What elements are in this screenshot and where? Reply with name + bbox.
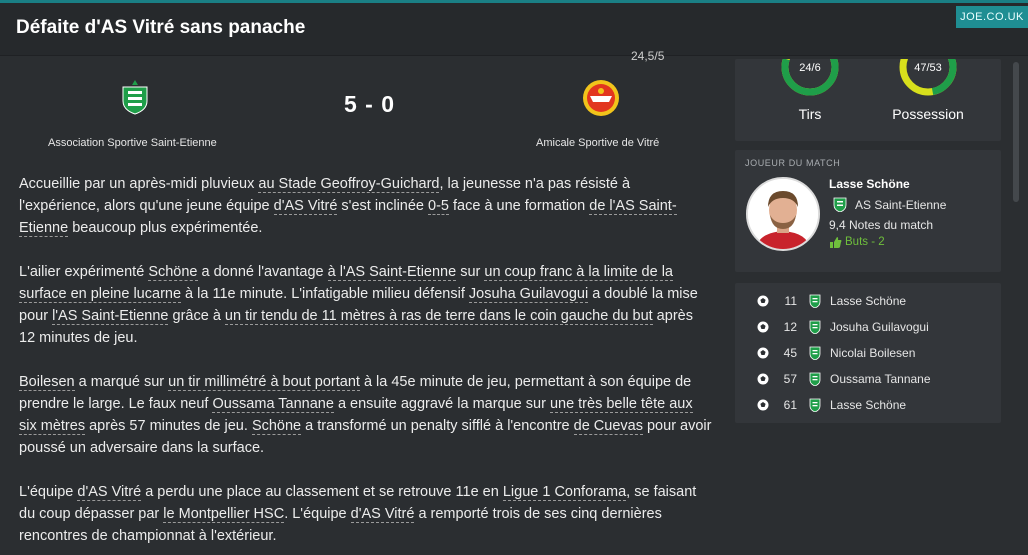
text: a marqué sur — [74, 374, 169, 390]
team-link[interactable]: l'AS Saint-Etienne — [52, 308, 169, 325]
top-bar: Défaite d'AS Vitré sans panache JOE.CO.U… — [0, 0, 1028, 56]
asse-crest-icon — [809, 346, 821, 360]
football-icon — [757, 399, 769, 411]
player-goals: Buts - 2 — [845, 236, 885, 248]
team-link[interactable]: d'AS Vitré — [350, 506, 415, 523]
article-paragraph-1: Accueillie par un après-midi pluvieux au… — [19, 173, 713, 239]
asse-crest-icon — [833, 197, 847, 212]
home-crest-icon[interactable] — [120, 79, 150, 115]
text: à la 11e minute. L'infatigable milieu dé… — [181, 286, 469, 302]
match-report: 24,5/5 Association Sportive Saint-Etienn… — [0, 49, 722, 555]
text: a ensuite aggravé la marque sur — [333, 396, 550, 412]
text: L'ailier expérimenté — [19, 264, 149, 280]
page-title: Défaite d'AS Vitré sans panache — [16, 17, 306, 38]
away-crest-icon[interactable] — [582, 79, 620, 117]
highlight-link[interactable]: un tir tendu de 11 mètres à ras de terre… — [224, 308, 653, 325]
goal-minute: 11 — [784, 294, 797, 308]
brand-badge[interactable]: JOE.CO.UK — [956, 6, 1028, 28]
player-link[interactable]: de Cuevas — [573, 418, 643, 435]
league-link[interactable]: Ligue 1 Conforama — [502, 484, 627, 501]
team-link[interactable]: le Montpellier HSC — [163, 506, 285, 523]
article-paragraph-3: Boilesen a marqué sur un tir millimétré … — [19, 371, 713, 459]
text: face à une formation — [449, 198, 590, 214]
text: . L'équipe — [284, 506, 351, 522]
team-link[interactable]: d'AS Vitré — [273, 198, 338, 215]
goal-scorer[interactable]: Nicolai Boilesen — [830, 346, 915, 360]
team-link[interactable]: à l'AS Saint-Etienne — [327, 264, 457, 281]
score-link[interactable]: 0-5 — [428, 198, 449, 215]
asse-crest-icon — [809, 372, 821, 386]
goal-row[interactable]: 61 Lasse Schöne — [735, 393, 1001, 419]
stadium-link[interactable]: au Stade Geoffroy-Guichard — [258, 176, 440, 193]
football-icon — [757, 295, 769, 307]
goal-minute: 61 — [783, 398, 797, 412]
text: a perdu une place au classement et se re… — [141, 484, 503, 500]
player-link[interactable]: Josuha Guilavogui — [468, 286, 589, 303]
article-paragraph-4: L'équipe d'AS Vitré a perdu une place au… — [19, 481, 713, 547]
shots-gauge: 24/6 — [781, 59, 839, 96]
goal-scorer[interactable]: Lasse Schöne — [830, 294, 906, 308]
possession-value: 47/53 — [914, 62, 942, 74]
goal-row[interactable]: 57 Oussama Tannane — [735, 367, 1001, 393]
sidebar-scrollbar[interactable] — [1013, 62, 1019, 202]
player-rating: 9,4 Notes du match — [829, 218, 934, 232]
match-score: 5 - 0 — [344, 91, 396, 117]
player-link[interactable]: Schöne — [251, 418, 302, 435]
asse-crest-icon — [809, 398, 821, 412]
article-paragraph-2: L'ailier expérimenté Schöne a donné l'av… — [19, 261, 713, 349]
player-link[interactable]: Oussama Tannane — [212, 396, 334, 413]
text: grâce à — [168, 308, 225, 324]
shots-value: 24/6 — [799, 62, 820, 74]
goal-scorer[interactable]: Josuha Guilavogui — [830, 320, 929, 334]
possession-gauge: 47/53 — [899, 59, 957, 96]
highlight-link[interactable]: un tir millimétré à bout portant — [168, 374, 360, 391]
player-link[interactable]: Schöne — [148, 264, 198, 281]
shots-label: Tirs — [798, 106, 822, 122]
player-avatar[interactable] — [746, 177, 820, 251]
asse-crest-icon — [809, 320, 821, 334]
goal-row[interactable]: 45 Nicolai Boilesen — [735, 341, 1001, 367]
player-name[interactable]: Lasse Schöne — [829, 177, 910, 191]
goals-panel: 11 Lasse Schöne 12 Josuha Guilavogui 45 … — [735, 283, 1001, 423]
goal-minute: 45 — [783, 346, 797, 360]
text: a transformé un penalty sifflé à l'encon… — [301, 418, 574, 434]
text: beaucoup plus expérimentée. — [68, 220, 263, 236]
thumbs-up-icon — [830, 237, 842, 248]
text: s'est inclinée — [337, 198, 429, 214]
text: après 57 minutes de jeu. — [85, 418, 252, 434]
goal-row[interactable]: 12 Josuha Guilavogui — [735, 315, 1001, 341]
football-icon — [757, 321, 769, 333]
player-photo-icon — [748, 179, 818, 249]
player-club[interactable]: AS Saint-Etienne — [855, 198, 946, 212]
text: Accueillie par un après-midi pluvieux — [19, 176, 259, 192]
player-link[interactable]: Boilesen — [19, 374, 75, 391]
text: L'équipe — [19, 484, 78, 500]
goal-scorer[interactable]: Lasse Schöne — [830, 398, 906, 412]
motm-title: JOUEUR DU MATCH — [745, 158, 841, 168]
goal-row[interactable]: 11 Lasse Schöne — [735, 289, 1001, 315]
goal-minute: 12 — [783, 320, 797, 334]
team-link[interactable]: d'AS Vitré — [77, 484, 142, 501]
attendance-partial: 24,5/5 — [631, 49, 665, 63]
football-icon — [757, 373, 769, 385]
away-team-name[interactable]: Amicale Sportive de Vitré — [536, 137, 659, 149]
text: a donné l'avantage — [197, 264, 328, 280]
football-icon — [757, 347, 769, 359]
asse-crest-icon — [809, 294, 821, 308]
sidebar: 24/6 Tirs 47/53 Possession JOUEUR DU MAT… — [726, 57, 1028, 555]
possession-label: Possession — [892, 106, 964, 122]
goal-minute: 57 — [783, 372, 797, 386]
match-stats-panel: 24/6 Tirs 47/53 Possession — [735, 59, 1001, 141]
text: sur — [456, 264, 485, 280]
home-team-name[interactable]: Association Sportive Saint-Etienne — [48, 137, 217, 149]
goal-scorer[interactable]: Oussama Tannane — [830, 372, 931, 386]
player-of-match-panel[interactable]: JOUEUR DU MATCH Lasse Schöne AS Saint-Et… — [735, 150, 1001, 272]
